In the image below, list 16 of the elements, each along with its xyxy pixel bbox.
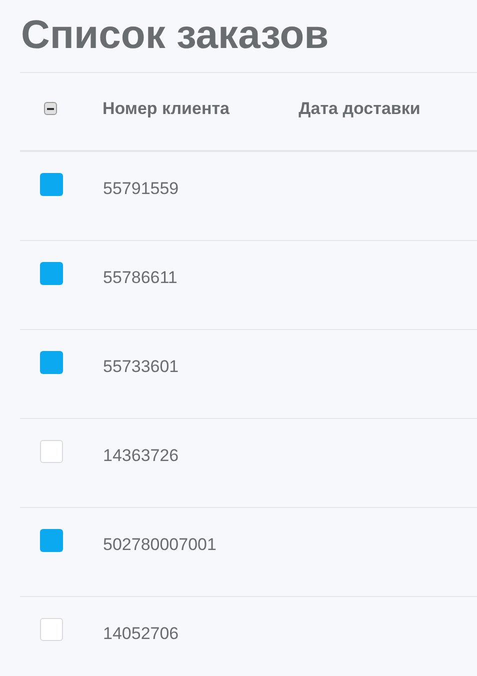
row-checkbox[interactable] — [40, 440, 63, 463]
customer-number: 55733601 — [103, 357, 179, 377]
page-title: Список заказов — [20, 12, 330, 59]
row-checkbox[interactable] — [40, 262, 63, 285]
customer-number: 55791559 — [103, 179, 179, 199]
row-checkbox[interactable] — [40, 618, 63, 641]
customer-number: 55786611 — [103, 268, 178, 288]
column-header: Дата доставки — [298, 98, 422, 120]
row-checkbox[interactable] — [40, 529, 63, 552]
customer-number: 14052706 — [103, 624, 179, 644]
row-checkbox[interactable] — [40, 173, 63, 196]
row-checkbox[interactable] — [40, 351, 63, 374]
customer-number: 502780007001 — [103, 535, 216, 555]
column-header: Номер клиента — [102, 98, 230, 120]
customer-number: 14363726 — [103, 446, 179, 466]
select-all-checkbox[interactable] — [44, 102, 57, 115]
